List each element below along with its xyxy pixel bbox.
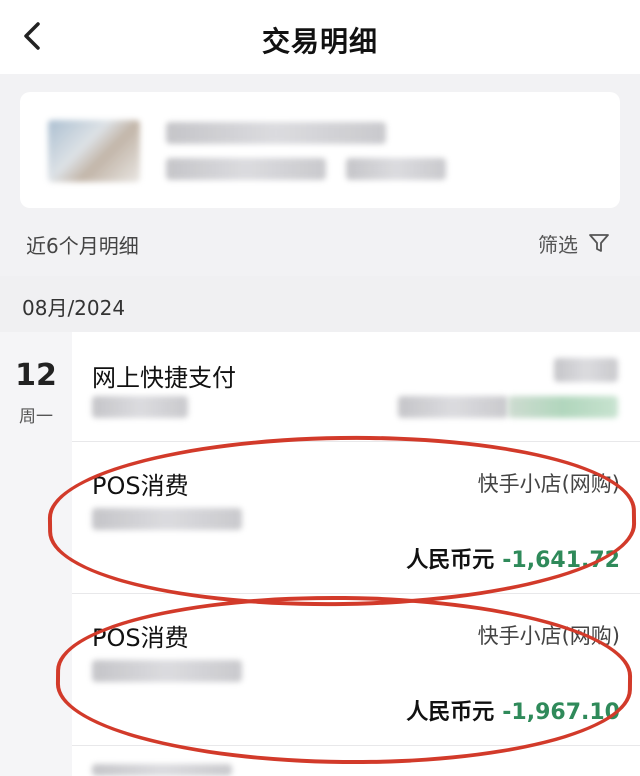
- filter-row: 近6个月明细 筛选: [0, 214, 640, 270]
- day-weekday: 周一: [19, 407, 53, 427]
- transaction-row[interactable]: 网上快捷支付: [72, 332, 640, 442]
- transaction-detail-redacted: [92, 660, 242, 682]
- transaction-merchant: 快手小店(网购): [477, 624, 620, 648]
- transaction-detail-redacted: [92, 508, 242, 530]
- transaction-amount-redacted: [554, 358, 618, 382]
- next-transaction-redacted: [92, 764, 232, 776]
- day-number: 12: [15, 358, 57, 393]
- month-label: 08月/2024: [22, 296, 126, 320]
- account-name-redacted: [166, 122, 386, 144]
- account-thumbnail: [48, 120, 140, 182]
- page-title: 交易明细: [261, 25, 378, 58]
- transaction-amount: 人民币元 -1,641.72: [406, 542, 620, 574]
- funnel-icon: [589, 234, 609, 252]
- account-card[interactable]: [20, 92, 620, 208]
- top-bar: 交易明细: [0, 0, 640, 74]
- transaction-amount: 人民币元 -1,967.10: [406, 694, 620, 726]
- account-number-redacted: [166, 158, 326, 180]
- amount-value: -1,641.72: [502, 548, 620, 573]
- date-column: 12 周一: [0, 332, 72, 776]
- transaction-list: 12 周一 网上快捷支付 POS消费 快手小店(网购) 人民币元 -1,641.7…: [0, 332, 640, 776]
- month-header: 08月/2024: [0, 276, 640, 332]
- date-range-label: 近6个月明细: [26, 234, 139, 258]
- account-extra-redacted: [346, 158, 446, 180]
- transaction-merchant-redacted: [398, 396, 508, 418]
- currency-label: 人民币元: [406, 700, 495, 725]
- transaction-title: 网上快捷支付: [92, 364, 236, 392]
- transaction-title: POS消费: [92, 624, 189, 652]
- transaction-balance-redacted: [508, 396, 618, 418]
- filter-button[interactable]: 筛选: [538, 228, 610, 258]
- currency-label: 人民币元: [406, 548, 495, 573]
- transaction-row[interactable]: POS消费 快手小店(网购) 人民币元 -1,641.72: [72, 442, 640, 594]
- transaction-merchant: 快手小店(网购): [477, 472, 620, 496]
- transaction-title: POS消费: [92, 472, 189, 500]
- filter-label: 筛选: [538, 232, 578, 257]
- transaction-row[interactable]: POS消费 快手小店(网购) 人民币元 -1,967.10: [72, 594, 640, 746]
- transaction-detail-redacted: [92, 396, 188, 418]
- amount-value: -1,967.10: [502, 700, 620, 725]
